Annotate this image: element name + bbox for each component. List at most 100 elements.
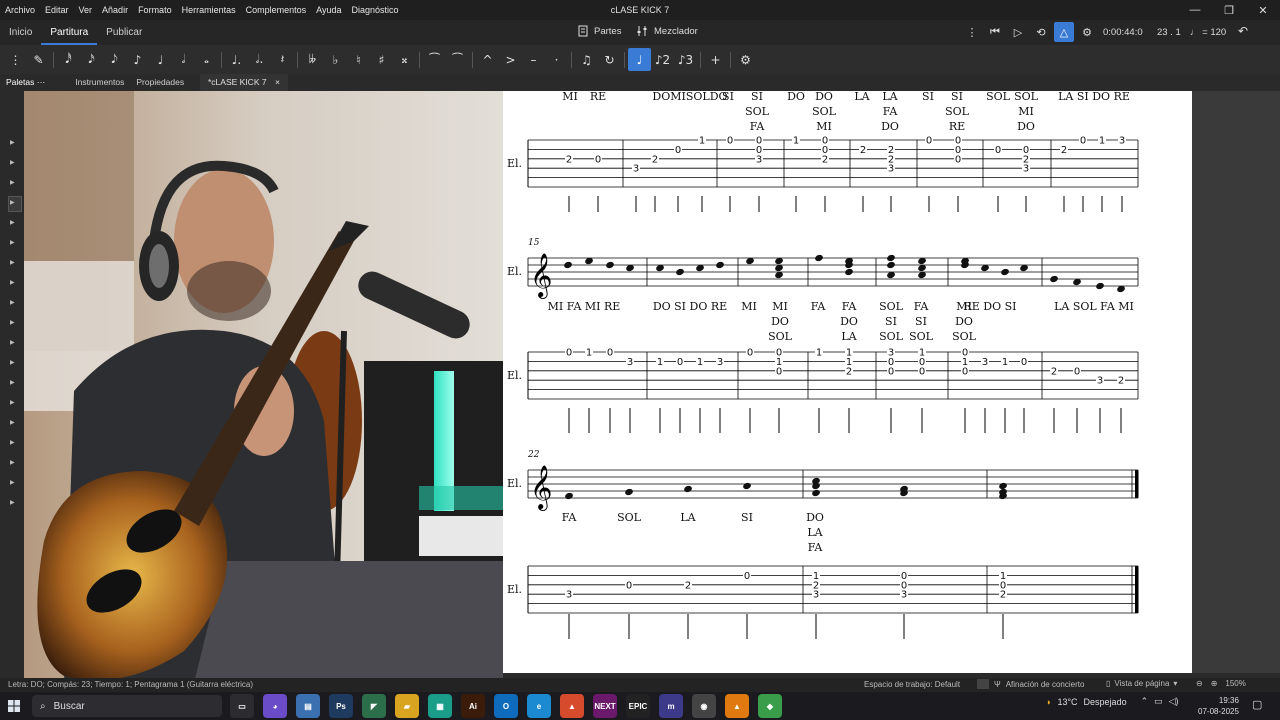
palette-expand-icon[interactable]: ▶ [10,239,15,246]
palette-expand-icon[interactable]: ▶ [10,339,15,346]
taskbar-app-icon[interactable]: ◆ [758,694,782,718]
palette-expand-icon[interactable]: ▶ [10,399,15,406]
menu-item[interactable]: Herramientas [177,5,241,15]
undo-icon[interactable]: ↶ [1238,24,1248,38]
metronome-icon[interactable]: △ [1054,22,1074,42]
palette-expand-icon[interactable]: ▶ [10,359,15,366]
note-tool-15-icon[interactable]: 𝄪 [393,48,416,71]
tab-partitura[interactable]: Partitura [41,20,98,45]
palette-expand-icon[interactable]: ▶ [10,459,15,466]
play-icon[interactable]: ▷ [1008,22,1028,42]
taskbar-app-icon[interactable]: ▤ [296,694,320,718]
tab-paletas[interactable]: Paletas ··· [0,74,51,91]
palette-expand-icon[interactable]: ▶ [10,139,15,146]
palette-expand-icon[interactable]: ▶ [10,279,15,286]
note-tool-8-icon[interactable]: ♩. [225,48,248,71]
taskbar-app-icon[interactable]: O [494,694,518,718]
restore-button[interactable]: ❐ [1212,0,1246,20]
note-tool-23-icon[interactable]: ↻ [598,48,621,71]
note-tool-14-icon[interactable]: ♯ [370,48,393,71]
palette-expand-icon[interactable]: ▶ [10,179,15,186]
partes-button[interactable]: Partes [578,25,621,37]
note-tool-17-icon[interactable]: ⁀ [446,48,469,71]
palette-expand-icon[interactable]: ▶ [10,319,15,326]
weather-desc[interactable]: Despejado [1084,697,1127,707]
note-tool-11-icon[interactable]: 𝄫 [301,48,324,71]
chevron-up-icon[interactable]: ⌃ [1141,696,1149,707]
score-tab[interactable]: *cLASE KICK 7 × [200,74,288,91]
menu-item[interactable]: Ver [74,5,98,15]
palette-expand-icon[interactable]: ▶ [10,259,15,266]
tab-instrumentos[interactable]: Instrumentos [69,74,130,91]
more-icon[interactable]: ··· [37,77,46,87]
note-tool-10-icon[interactable]: 𝄽 [271,48,294,71]
taskbar-app-icon[interactable]: NEXT [593,694,617,718]
note-tool-28-icon[interactable]: ⚙ [734,48,757,71]
toggle-box[interactable] [977,679,989,689]
taskbar-app-icon[interactable]: ▲ [725,694,749,718]
taskbar-app-icon[interactable]: EPIC [626,694,650,718]
close-tab-icon[interactable]: × [275,77,280,87]
note-tool-7-icon[interactable]: 𝅝 [195,48,218,71]
note-tool-1-icon[interactable]: 𝅘𝅥𝅰 [57,48,80,71]
close-button[interactable]: ✕ [1246,0,1280,20]
notification-icon[interactable]: ▢ [1252,698,1262,711]
taskbar-search[interactable]: ⌕ Buscar [32,695,222,717]
status-workspace[interactable]: Espacio de trabajo: Default [864,680,960,689]
palette-expand-icon[interactable]: ▶ [10,499,15,506]
note-tool-4-icon[interactable]: ♪ [126,48,149,71]
taskbar-app-icon[interactable]: ▦ [428,694,452,718]
palette-expand-icon[interactable]: ▶ [10,419,15,426]
taskbar-app-icon[interactable]: Ai [461,694,485,718]
menu-item[interactable]: Complementos [241,5,312,15]
palette-expand-icon[interactable]: ▶ [10,479,15,486]
note-tool-12-icon[interactable]: ♭ [324,48,347,71]
tab-publicar[interactable]: Publicar [97,20,151,45]
note-tool-0-icon[interactable]: ✎ [27,48,50,71]
note-tool-22-icon[interactable]: ♫ [575,48,598,71]
taskbar-app-icon[interactable]: ▰ [395,694,419,718]
palette-expand-icon[interactable]: ▶ [10,299,15,306]
taskbar-app-icon[interactable]: Ps [329,694,353,718]
concert-pitch-toggle[interactable]: Ψ Afinación de concierto [977,679,1084,689]
taskbar-app-icon[interactable]: ▭ [230,694,254,718]
menu-item[interactable]: Añadir [97,5,133,15]
rewind-icon[interactable]: ⏮ [985,22,1005,42]
menu-item[interactable]: Archivo [0,5,40,15]
weather-temp[interactable]: 13°C [1057,697,1077,707]
note-tool-18-icon[interactable]: ^ [476,48,499,71]
taskbar-app-icon[interactable]: e [527,694,551,718]
menu-item[interactable]: Ayuda [311,5,346,15]
playback-settings-icon[interactable]: ⚙ [1077,22,1097,42]
note-tool-20-icon[interactable]: – [522,48,545,71]
note-tool-13-icon[interactable]: ♮ [347,48,370,71]
zoom-out-icon[interactable]: ⊖ [1196,679,1203,688]
note-tool-2-icon[interactable]: 𝅘𝅥𝅯 [80,48,103,71]
note-tool-24-icon[interactable]: ♩ [628,48,651,71]
palette-expand-icon[interactable]: ▶ [10,379,15,386]
weather-icon[interactable]: ◗ [1046,697,1051,707]
palette-expand-icon[interactable]: ▶ [10,219,15,226]
note-tool-27-icon[interactable]: + [704,48,727,71]
note-tool-6-icon[interactable]: 𝅗𝅥 [172,48,195,71]
taskbar-app-icon[interactable]: ◕ [263,694,287,718]
menu-item[interactable]: Editar [40,5,74,15]
zoom-level[interactable]: 150% [1225,679,1245,688]
tab-inicio[interactable]: Inicio [0,20,41,45]
score-page[interactable]: MI RE DOMISOLDO SI SI SOL FA DO DO SOL MI LA LA FA DO S… [503,91,1192,673]
start-button[interactable] [0,692,28,720]
drag-handle-icon[interactable]: ⋮ [962,22,982,42]
mezclador-button[interactable]: Mezclador [636,25,698,37]
taskbar-app-icon[interactable]: m [659,694,683,718]
palette-expand-icon[interactable]: ▶ [10,159,15,166]
note-tool-19-icon[interactable]: > [499,48,522,71]
taskbar-app-icon[interactable]: ◤ [362,694,386,718]
note-tool-9-icon[interactable]: 𝅗𝅥. [248,48,271,71]
tab-propiedades[interactable]: Propiedades [130,74,190,91]
taskbar-app-icon[interactable]: ▲ [560,694,584,718]
menu-item[interactable]: Diagnóstico [347,5,404,15]
palette-expand-icon[interactable]: ▶ [10,199,15,206]
taskbar-clock[interactable]: 19:36 07-08-2025 [1198,695,1239,717]
note-tool-25-icon[interactable]: ♪2 [651,48,674,71]
menu-item[interactable]: Formato [133,5,177,15]
